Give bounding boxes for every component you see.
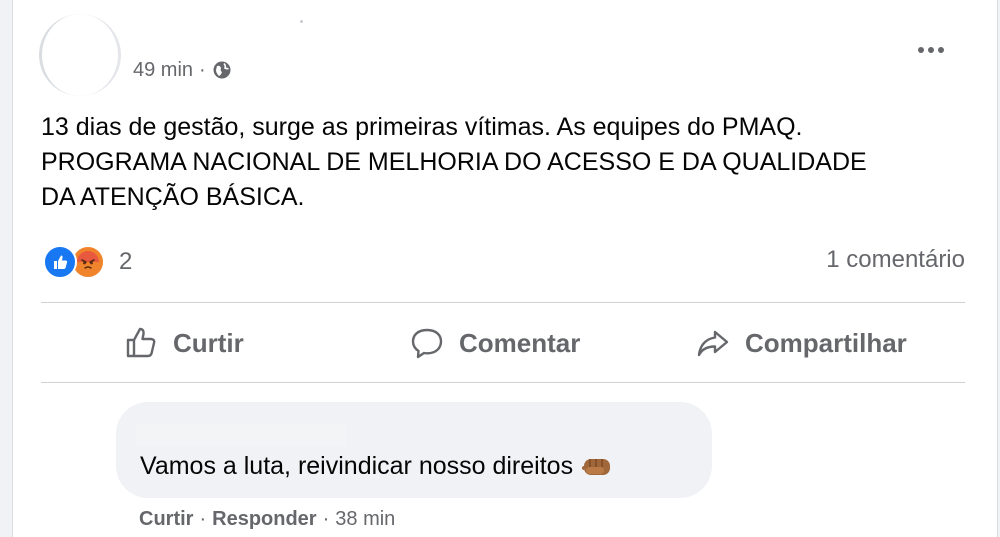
share-button[interactable]: Compartilhar <box>695 318 907 368</box>
comment-text-body: Vamos a luta, reivindicar nosso direitos <box>140 452 574 480</box>
post-time[interactable]: 49 min <box>133 59 193 82</box>
comment-button-label: Comentar <box>459 327 581 358</box>
like-button-label: Curtir <box>173 327 244 358</box>
separator: · <box>199 508 207 530</box>
thumbs-up-icon <box>126 327 156 358</box>
more-options-icon[interactable] <box>911 36 951 64</box>
comment-button[interactable]: Comentar <box>409 318 580 368</box>
raised-fist-emoji-icon <box>582 458 611 475</box>
comment-icon <box>411 328 443 359</box>
post-text-line: PROGRAMA NACIONAL DE MELHORIA DO ACESSO … <box>41 148 867 176</box>
divider <box>41 302 965 303</box>
comments-count-link[interactable]: 1 comentário <box>826 246 965 274</box>
reactions-summary[interactable]: 2 <box>43 244 132 280</box>
globe-icon <box>213 61 231 79</box>
comment-text: Vamos a luta, reivindicar nosso direitos <box>140 452 613 481</box>
post-card: 49 min · 13 dias de gestão, surge as pri… <box>12 0 998 537</box>
comment-time[interactable]: 38 min <box>335 508 395 531</box>
author-name-redacted <box>300 20 303 23</box>
avatar[interactable] <box>39 14 121 96</box>
like-button[interactable]: Curtir <box>123 318 244 368</box>
share-button-label: Compartilhar <box>745 327 907 358</box>
post-meta: 49 min · <box>133 58 232 82</box>
divider <box>41 382 965 383</box>
post-text-line: 13 dias de gestão, surge as primeiras ví… <box>41 113 803 141</box>
reaction-count: 2 <box>119 248 133 275</box>
post-text: 13 dias de gestão, surge as primeiras ví… <box>41 110 971 215</box>
share-icon <box>697 330 729 357</box>
comment-author-redacted <box>136 424 346 446</box>
comment-reply-link[interactable]: Responder <box>212 508 316 531</box>
comment-actions: Curtir · Responder · 38 min <box>139 508 395 531</box>
comment-like-link[interactable]: Curtir <box>139 508 193 531</box>
like-reaction-icon <box>43 245 77 279</box>
meta-separator: · <box>199 58 206 81</box>
comment-bubble: Vamos a luta, reivindicar nosso direitos <box>116 402 712 498</box>
separator: · <box>322 508 330 530</box>
post-text-line: DA ATENÇÃO BÁSICA. <box>41 183 305 211</box>
